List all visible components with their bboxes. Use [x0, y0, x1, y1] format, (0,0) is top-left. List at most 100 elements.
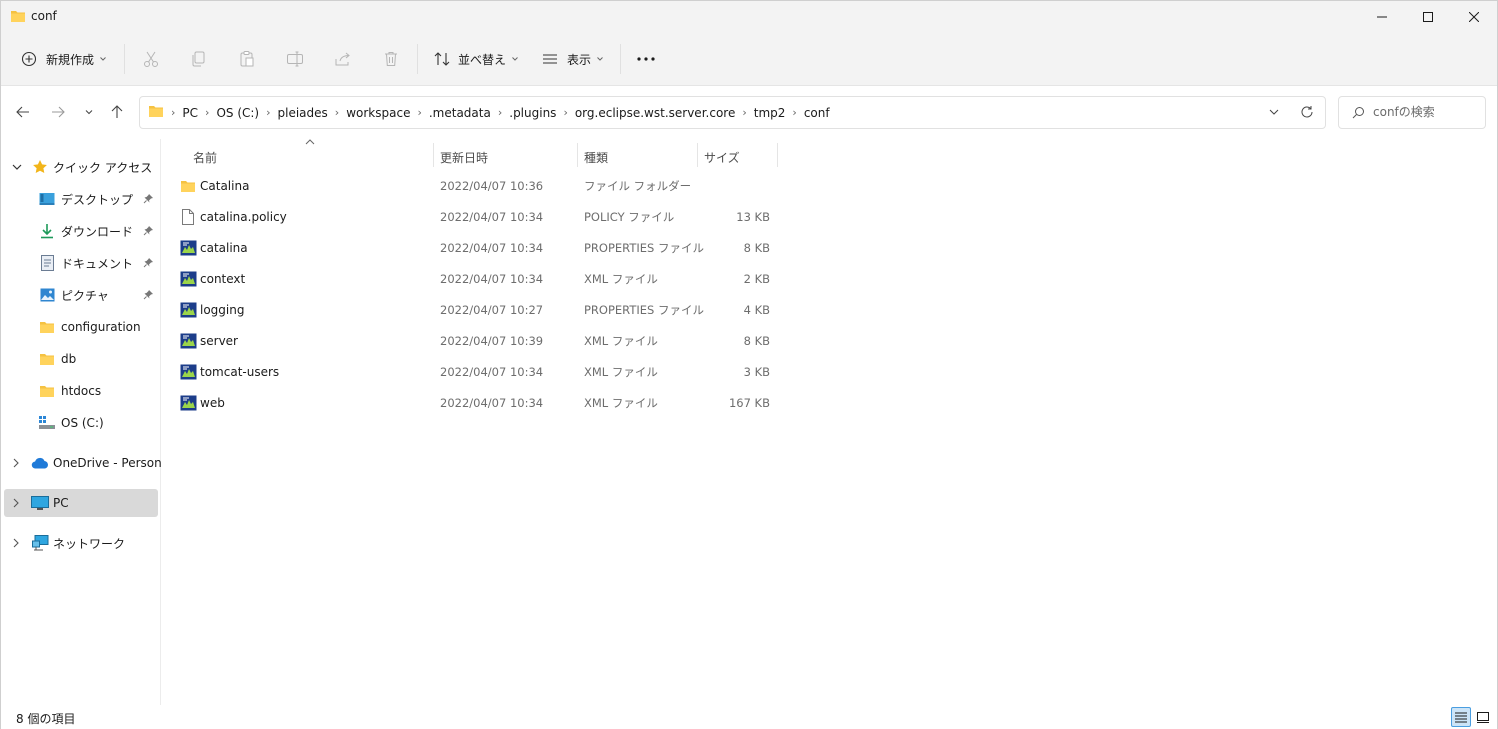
column-divider[interactable]: [697, 143, 698, 167]
sidebar-item-desktop[interactable]: デスクトップ: [4, 185, 158, 213]
column-header-size[interactable]: サイズ: [704, 143, 740, 171]
file-row[interactable]: context 2022/04/07 10:34 XML ファイル 2 KB: [171, 265, 781, 293]
file-type: PROPERTIES ファイル: [584, 241, 704, 255]
refresh-button[interactable]: [1300, 105, 1314, 122]
forward-button[interactable]: [45, 99, 71, 125]
breadcrumb-item[interactable]: .metadata: [425, 106, 495, 120]
star-icon: [33, 160, 47, 173]
maximize-icon: [1423, 11, 1433, 22]
folder-icon: [40, 386, 54, 397]
file-row[interactable]: catalina.policy 2022/04/07 10:34 POLICY …: [171, 203, 781, 231]
computer-icon: [31, 496, 49, 510]
sidebar-item-downloads[interactable]: ダウンロード: [4, 217, 158, 245]
sidebar-item-db[interactable]: db: [4, 345, 158, 373]
toolbar-divider: [417, 44, 418, 74]
new-button[interactable]: 新規作成: [21, 44, 107, 74]
breadcrumb-item[interactable]: conf: [800, 106, 834, 120]
chevron-right-icon: [13, 458, 19, 468]
breadcrumb-separator-icon: ›: [334, 106, 340, 119]
breadcrumb-item[interactable]: workspace: [342, 106, 414, 120]
column-header-label: 種類: [584, 150, 609, 165]
sidebar-item-htdocs[interactable]: htdocs: [4, 377, 158, 405]
column-header-type[interactable]: 種類: [584, 143, 608, 171]
search-box: [1338, 96, 1486, 129]
breadcrumb-item[interactable]: .plugins: [505, 106, 560, 120]
config-file-icon: [180, 271, 197, 287]
sidebar-item-quick-access[interactable]: クイック アクセス: [4, 153, 158, 181]
breadcrumb-item[interactable]: OS (C:): [212, 106, 263, 120]
copy-button[interactable]: [190, 44, 208, 74]
file-row[interactable]: server 2022/04/07 10:39 XML ファイル 8 KB: [171, 327, 781, 355]
more-options-button[interactable]: [637, 44, 655, 74]
refresh-icon: [1301, 106, 1313, 118]
search-input[interactable]: [1373, 105, 1478, 119]
sidebar-item-os-drive[interactable]: OS (C:): [4, 409, 158, 437]
address-bar[interactable]: › PC › OS (C:) › pleiades › workspace › …: [139, 96, 1326, 129]
sort-button[interactable]: 並べ替え: [433, 44, 519, 74]
file-size: 13 KB: [736, 210, 770, 224]
more-icon: [637, 57, 655, 61]
address-history-button[interactable]: [1268, 106, 1280, 121]
column-header-date[interactable]: 更新日時: [440, 143, 488, 171]
rename-icon: [287, 51, 303, 67]
large-icons-view-icon: [1477, 711, 1489, 723]
file-size: 3 KB: [743, 365, 770, 379]
breadcrumb-item[interactable]: tmp2: [750, 106, 790, 120]
desktop-icon: [39, 193, 55, 205]
breadcrumb-separator-icon: ›: [266, 106, 271, 119]
maximize-button[interactable]: [1405, 1, 1451, 32]
rename-button[interactable]: [286, 44, 304, 74]
chevron-down-icon: [597, 57, 603, 61]
sidebar-item-documents[interactable]: ドキュメント: [4, 249, 158, 277]
close-button[interactable]: [1451, 1, 1497, 32]
sidebar-item-label: デスクトップ: [61, 192, 134, 207]
delete-button[interactable]: [382, 44, 400, 74]
column-header-name[interactable]: 名前: [193, 143, 217, 171]
file-row[interactable]: catalina 2022/04/07 10:34 PROPERTIES ファイ…: [171, 234, 781, 262]
file-type: XML ファイル: [584, 396, 658, 410]
config-file-icon: [180, 240, 197, 256]
breadcrumb-item[interactable]: pleiades: [274, 106, 332, 120]
file-size: 8 KB: [743, 334, 770, 348]
file-row[interactable]: Catalina 2022/04/07 10:36 ファイル フォルダー: [171, 172, 781, 200]
sidebar-item-pc[interactable]: PC: [4, 489, 158, 517]
minimize-button[interactable]: [1359, 1, 1405, 32]
file-name: server: [200, 334, 238, 348]
chevron-down-icon: [85, 110, 93, 115]
pin-icon: [143, 290, 153, 300]
search-icon: [1352, 106, 1365, 122]
column-divider[interactable]: [433, 143, 434, 167]
sidebar-item-label: db: [61, 352, 77, 366]
pin-icon: [143, 226, 153, 236]
file-name: context: [200, 272, 246, 286]
share-button[interactable]: [334, 44, 352, 74]
sidebar-item-configuration[interactable]: configuration: [4, 313, 158, 341]
recent-locations-button[interactable]: [76, 99, 102, 125]
chevron-right-icon: [13, 498, 19, 508]
file-row[interactable]: tomcat-users 2022/04/07 10:34 XML ファイル 3…: [171, 358, 781, 386]
breadcrumb-item[interactable]: org.eclipse.wst.server.core: [571, 106, 740, 120]
large-icons-view-button[interactable]: [1473, 707, 1493, 727]
sidebar-item-onedrive[interactable]: OneDrive - Personal: [4, 449, 172, 477]
pin-icon: [143, 194, 153, 204]
cut-button[interactable]: [142, 44, 160, 74]
breadcrumb-separator-icon: ›: [792, 106, 797, 119]
sidebar-item-pictures[interactable]: ピクチャ: [4, 281, 158, 309]
file-size: 167 KB: [728, 396, 770, 410]
breadcrumb-item[interactable]: PC: [178, 106, 202, 120]
sidebar-item-label: OS (C:): [61, 416, 104, 430]
command-bar: 新規作成 並べ替え 表示: [1, 32, 1497, 86]
column-divider[interactable]: [577, 143, 578, 167]
sidebar-item-network[interactable]: ネットワーク: [4, 529, 158, 557]
back-button[interactable]: [10, 99, 36, 125]
file-type: PROPERTIES ファイル: [584, 303, 704, 317]
up-button[interactable]: [104, 99, 130, 125]
file-row[interactable]: logging 2022/04/07 10:27 PROPERTIES ファイル…: [171, 296, 781, 324]
details-view-button[interactable]: [1451, 707, 1471, 727]
paste-button[interactable]: [238, 44, 256, 74]
view-button[interactable]: 表示: [542, 44, 604, 74]
column-divider[interactable]: [777, 143, 778, 167]
file-date: 2022/04/07 10:27: [440, 303, 544, 317]
list-view-icon: [543, 54, 557, 64]
file-row[interactable]: web 2022/04/07 10:34 XML ファイル 167 KB: [171, 389, 781, 417]
